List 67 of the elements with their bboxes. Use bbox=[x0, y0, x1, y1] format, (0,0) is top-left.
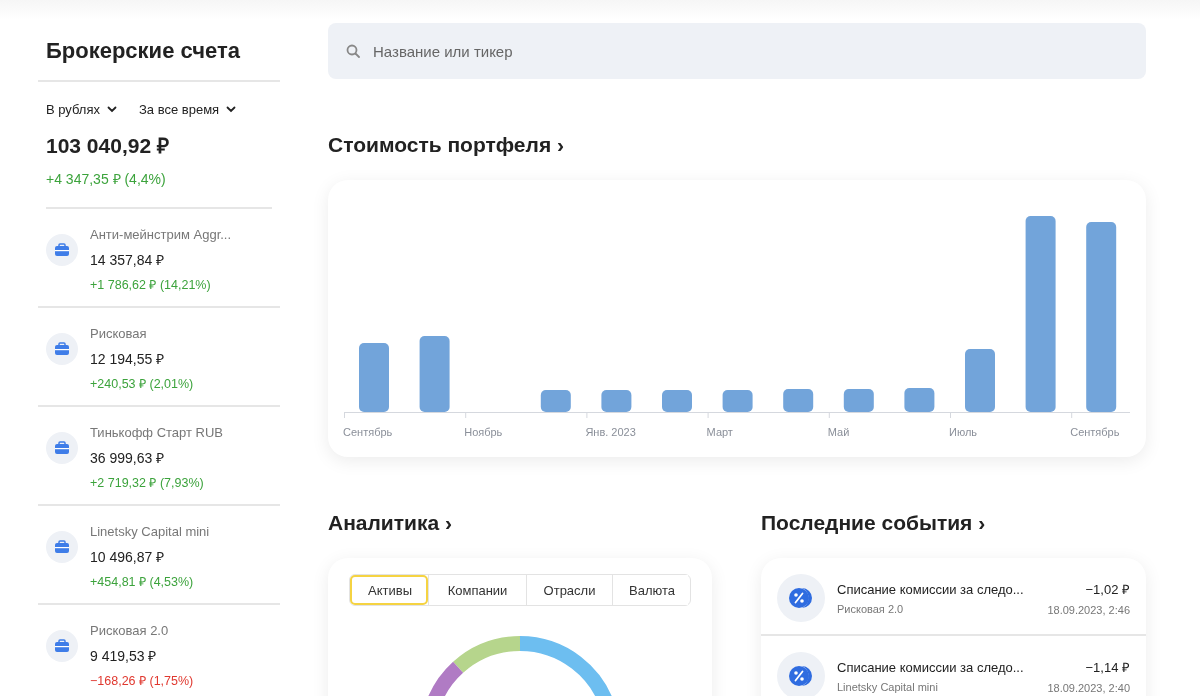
tab[interactable]: Валюта bbox=[612, 575, 688, 605]
account-item[interactable]: Тинькофф Старт RUB 36 999,63 ₽ +2 719,32 ₽ (7,93%) bbox=[38, 407, 280, 506]
account-change: +240,53 ₽ (2,01%) bbox=[90, 376, 194, 392]
axis-label: Ноябрь bbox=[464, 426, 503, 438]
account-name: Рисковая bbox=[90, 326, 148, 341]
account-name: Linetsky Capital mini bbox=[90, 524, 210, 539]
bar bbox=[722, 390, 753, 412]
tab[interactable]: Активы bbox=[350, 575, 428, 605]
account-change: +1 786,62 ₽ (14,21%) bbox=[90, 277, 212, 293]
axis-label: Март bbox=[706, 426, 733, 438]
event-time: 18.09.2023, 2:46 bbox=[1047, 604, 1130, 616]
account-item[interactable]: Анти-мейнстрим Aggr... 14 357,84 ₽ +1 786,62 ₽ (14,21%) bbox=[38, 209, 280, 308]
search-field[interactable]: Название или тикер bbox=[328, 23, 1146, 79]
briefcase-icon bbox=[54, 540, 70, 554]
account-value: 10 496,87 ₽ bbox=[90, 548, 166, 566]
account-name: Тинькофф Старт RUB bbox=[90, 425, 224, 440]
briefcase-icon bbox=[54, 243, 70, 257]
event-title: Списание комиссии за следо... bbox=[837, 581, 1025, 597]
event-amount: −1,02 ₽ bbox=[1084, 581, 1130, 598]
bar bbox=[783, 389, 814, 412]
account-value: 14 357,84 ₽ bbox=[90, 251, 166, 269]
sidebar-title: Брокерские счета bbox=[38, 0, 280, 82]
axis-label: Июль bbox=[949, 426, 978, 438]
briefcase-icon bbox=[54, 342, 70, 356]
bar bbox=[540, 390, 571, 412]
account-change: −168,26 ₽ (1,75%) bbox=[90, 673, 194, 689]
chevron-down-icon bbox=[107, 106, 117, 113]
search-icon bbox=[346, 44, 360, 58]
total-value: 103 040,92 ₽ bbox=[46, 133, 170, 159]
filter-dropdown[interactable]: В рублях bbox=[46, 102, 117, 117]
bar bbox=[359, 343, 389, 412]
bar bbox=[904, 388, 935, 412]
account-name: Рисковая 2.0 bbox=[90, 623, 170, 638]
event-account: Рисковая 2.0 bbox=[837, 602, 905, 615]
account-change: +454,81 ₽ (4,53%) bbox=[90, 574, 195, 590]
event-amount: −1,14 ₽ bbox=[1084, 659, 1130, 676]
account-item[interactable]: Linetsky Capital mini 10 496,87 ₽ +454,81 ₽ (4,53%) bbox=[38, 506, 280, 605]
section-title[interactable]: Последние события › bbox=[761, 511, 986, 535]
account-value: 9 419,53 ₽ bbox=[90, 647, 158, 665]
account-name: Анти-мейнстрим Aggr... bbox=[90, 227, 232, 242]
section-title[interactable]: Стоимость портфеля › bbox=[328, 133, 564, 157]
event-item[interactable]: Списание комиссии за следо... Рисковая 2.0 −1,02 ₽ 18.09.2023, 2:46 bbox=[761, 558, 1146, 636]
account-value: 36 999,63 ₽ bbox=[90, 449, 166, 467]
event-item[interactable]: Списание комиссии за следо... Linetsky Capital mini −1,14 ₽ 18.09.2023, 2:40 bbox=[761, 636, 1146, 696]
account-change: +2 719,32 ₽ (7,93%) bbox=[90, 475, 205, 491]
account-item[interactable]: Рисковая 2.0 9 419,53 ₽ −168,26 ₽ (1,75%) bbox=[38, 605, 280, 696]
briefcase-icon bbox=[54, 441, 70, 455]
axis-label: Сентябрь bbox=[1070, 426, 1120, 438]
event-title: Списание комиссии за следо... bbox=[837, 659, 1025, 675]
section-title[interactable]: Аналитика › bbox=[328, 511, 452, 535]
axis-label: Янв. 2023 bbox=[585, 426, 636, 438]
briefcase-icon bbox=[54, 639, 70, 653]
bar bbox=[843, 389, 874, 412]
event-time: 18.09.2023, 2:40 bbox=[1047, 682, 1130, 694]
total-change: +4 347,35 ₽ (4,4%) bbox=[46, 169, 272, 209]
bar bbox=[965, 349, 995, 412]
filter-dropdown[interactable]: За все время bbox=[139, 102, 237, 117]
account-value: 12 194,55 ₽ bbox=[90, 350, 166, 368]
axis-label: Сентябрь bbox=[343, 426, 393, 438]
event-account: Linetsky Capital mini bbox=[837, 680, 939, 693]
percent-coin-icon bbox=[789, 664, 813, 688]
bar bbox=[601, 390, 632, 412]
bar bbox=[662, 390, 692, 412]
axis-label: Май bbox=[827, 426, 850, 438]
chevron-down-icon bbox=[226, 106, 237, 113]
percent-coin-icon bbox=[789, 586, 813, 610]
account-item[interactable]: Рисковая 12 194,55 ₽ +240,53 ₽ (2,01%) bbox=[38, 308, 280, 407]
